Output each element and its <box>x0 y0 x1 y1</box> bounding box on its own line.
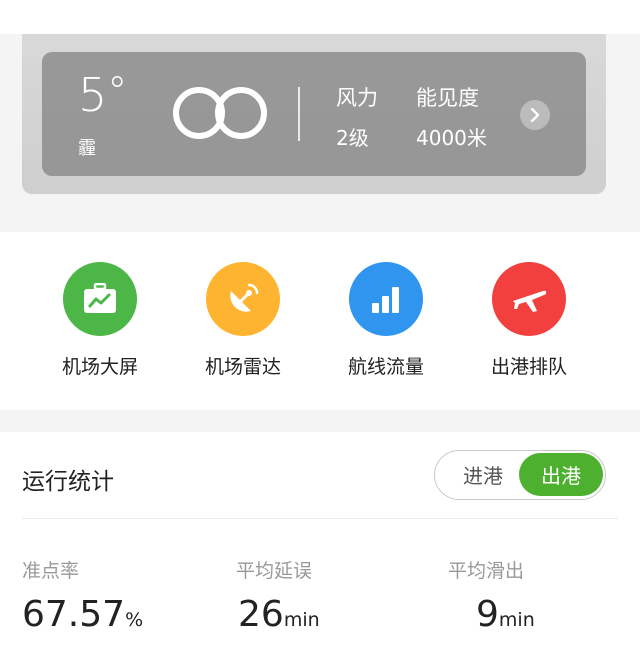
quick-access-row: 机场大屏 机场雷达 航线流量 出港排队 <box>0 232 640 410</box>
metric-average-taxi-out: 平均滑出 9min <box>448 556 535 633</box>
stats-title: 运行统计 <box>22 469 114 495</box>
metric-unit: % <box>125 609 144 631</box>
radar-icon <box>206 262 280 336</box>
toggle-arrival[interactable]: 进港 <box>443 451 523 498</box>
airport-screen-icon <box>63 262 137 336</box>
metric-value: 26min <box>236 597 320 633</box>
metric-label: 平均延误 <box>236 560 313 582</box>
quick-label: 机场大屏 <box>61 356 138 378</box>
quick-route-traffic[interactable]: 航线流量 <box>326 262 446 379</box>
quick-departure-queue[interactable]: 出港排队 <box>469 262 589 379</box>
divider <box>22 518 618 519</box>
wind-label: 风力 <box>336 86 378 110</box>
weather-card: 5° 霾 风力 2级 能见度 4000米 <box>22 34 606 194</box>
metric-unit: min <box>283 609 320 631</box>
arrival-departure-toggle[interactable]: 进港 出港 <box>434 450 606 500</box>
quick-label: 航线流量 <box>347 356 424 378</box>
departure-plane-icon <box>492 262 566 336</box>
weather-condition: 霾 <box>78 138 96 159</box>
quick-airport-screen[interactable]: 机场大屏 <box>40 262 160 379</box>
operation-stats: 运行统计 进港 出港 准点率 67.57% 平均延误 26min 平均滑出 9m… <box>0 432 640 672</box>
bar-chart-icon <box>349 262 423 336</box>
weather-panel[interactable]: 5° 霾 风力 2级 能见度 4000米 <box>42 52 586 176</box>
visibility-value: 4000米 <box>416 126 487 150</box>
quick-label: 出港排队 <box>490 356 567 378</box>
metric-number: 26 <box>238 594 284 635</box>
weather-divider <box>298 87 300 141</box>
metric-unit: min <box>498 609 535 631</box>
degree-symbol: ° <box>107 69 128 115</box>
metric-label: 准点率 <box>22 560 80 582</box>
metric-label: 平均滑出 <box>448 560 525 582</box>
metric-value: 9min <box>448 597 535 633</box>
temperature-value: 5 <box>78 68 108 122</box>
temperature: 5° <box>78 72 127 118</box>
haze-icon <box>173 87 267 139</box>
weather-detail-button[interactable] <box>520 100 550 130</box>
quick-label: 机场雷达 <box>204 356 281 378</box>
metric-on-time-rate: 准点率 67.57% <box>22 556 143 633</box>
top-strip <box>0 0 640 34</box>
toggle-departure[interactable]: 出港 <box>519 453 603 496</box>
metric-number: 67.57 <box>22 594 126 635</box>
quick-airport-radar[interactable]: 机场雷达 <box>183 262 303 379</box>
chevron-right-icon <box>530 108 540 122</box>
visibility-label: 能见度 <box>416 86 479 110</box>
metric-value: 67.57% <box>22 597 143 633</box>
metric-average-delay: 平均延误 26min <box>236 556 320 633</box>
wind-value: 2级 <box>336 126 369 150</box>
metric-number: 9 <box>476 594 499 635</box>
